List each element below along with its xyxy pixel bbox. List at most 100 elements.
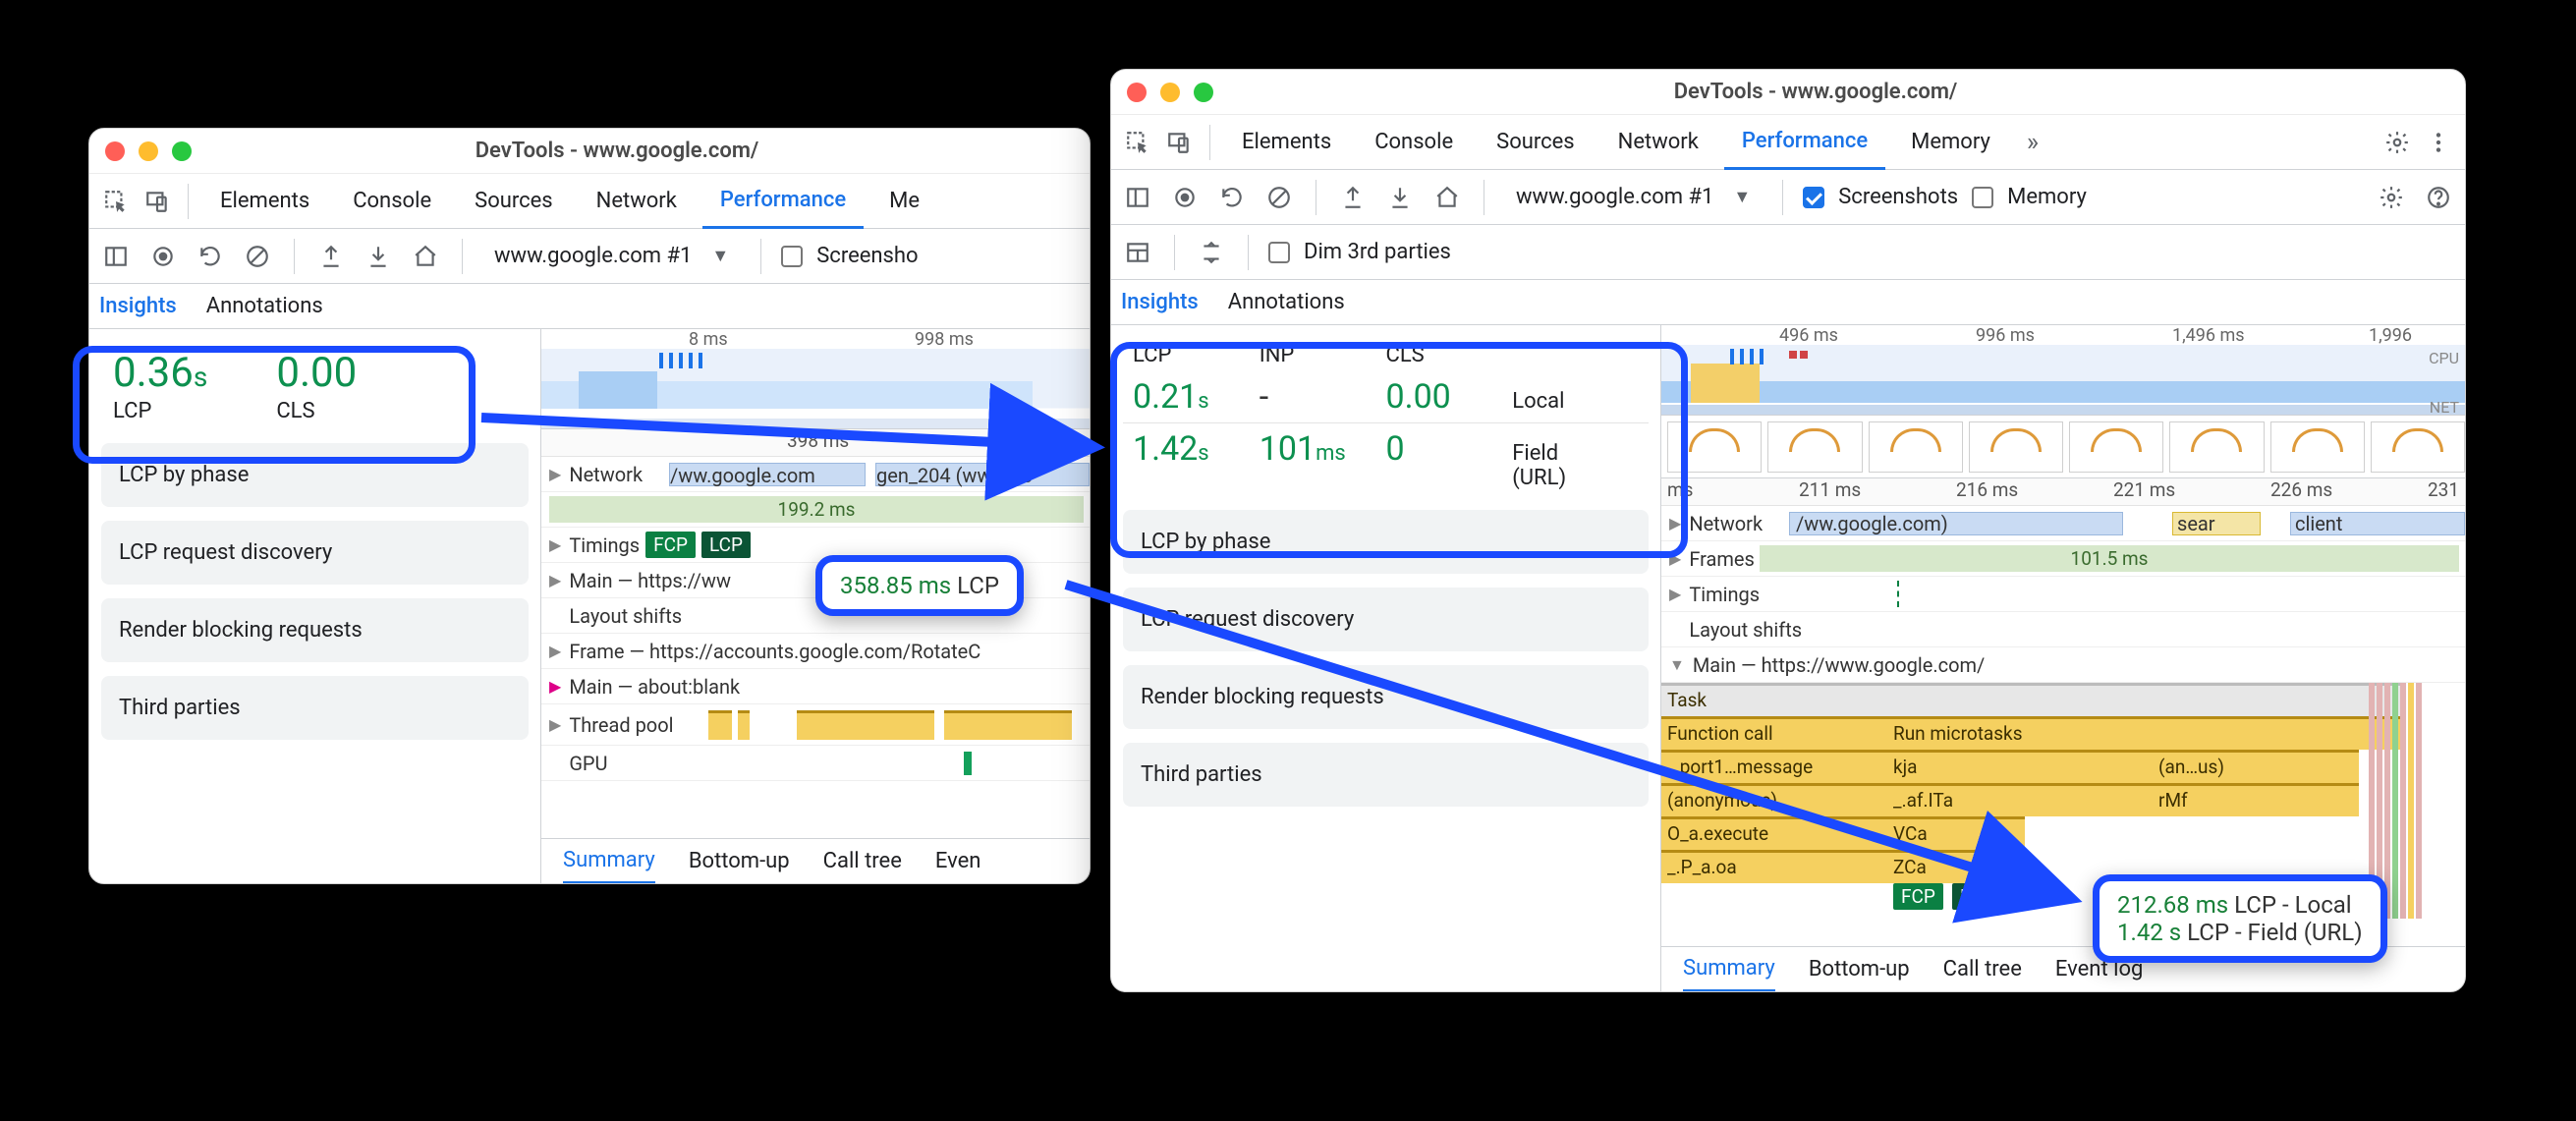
screenshot-thumb[interactable] [1969, 421, 2063, 473]
net-bar[interactable]: /ww.google.com [669, 463, 866, 486]
memory-checkbox[interactable] [1972, 187, 1993, 208]
dim-checkbox[interactable] [1268, 242, 1290, 263]
overview-strip[interactable] [541, 349, 1090, 429]
recording-select[interactable]: www.google.com #1▼ [1504, 181, 1763, 213]
insight-card[interactable]: LCP by phase [101, 443, 529, 507]
flame-cell[interactable]: Run microtasks [1887, 716, 2406, 750]
lcp-badge[interactable]: LCP [701, 532, 751, 558]
close-icon[interactable] [105, 141, 125, 161]
insight-card[interactable]: Third parties [101, 676, 529, 740]
home-icon[interactable] [1430, 181, 1464, 214]
screenshot-thumb[interactable] [2169, 421, 2264, 473]
tab-bottom-up[interactable]: Bottom-up [1809, 957, 1910, 981]
tab-elements[interactable]: Elements [202, 174, 327, 229]
task-bar[interactable]: Task [1661, 683, 2406, 716]
download-icon[interactable] [1383, 181, 1417, 214]
tab-console[interactable]: Console [1357, 115, 1471, 170]
track-threadpool[interactable]: ▶Thread pool [541, 704, 1090, 746]
zoom-icon[interactable] [172, 141, 192, 161]
screenshot-thumb[interactable] [1667, 421, 1762, 473]
home-icon[interactable] [409, 240, 442, 273]
track-main[interactable]: ▼Main — https://www.google.com/ [1661, 647, 2465, 683]
screenshots-checkbox[interactable] [781, 246, 803, 267]
flame-cell[interactable]: (an…us) [2153, 750, 2359, 783]
clear-icon[interactable] [1262, 181, 1296, 214]
track-frame-accounts[interactable]: ▶Frame — https://accounts.google.com/Rot… [541, 634, 1090, 669]
screenshot-thumb[interactable] [2270, 421, 2365, 473]
device-icon[interactable] [1162, 126, 1196, 159]
inspect-icon[interactable] [99, 185, 133, 218]
reload-icon[interactable] [194, 240, 227, 273]
track-gpu[interactable]: ▶GPU [541, 746, 1090, 781]
flame-cell[interactable]: O_a.execute [1661, 816, 1887, 850]
screenshot-thumb[interactable] [1869, 421, 1963, 473]
flame-cell[interactable]: ZCa [1887, 850, 1976, 883]
subtab-annotations[interactable]: Annotations [206, 294, 323, 318]
net-bar[interactable]: gen_204 (www.go [875, 463, 1090, 486]
tracks[interactable]: ▶Network /ww.google.com gen_204 (www.go … [541, 457, 1090, 838]
gear-icon[interactable] [2380, 126, 2414, 159]
subtab-insights[interactable]: Insights [99, 294, 177, 318]
reload-icon[interactable] [1215, 181, 1249, 214]
insight-card[interactable]: Render blocking requests [1123, 665, 1649, 729]
flame-cell[interactable]: VCa [1887, 816, 2025, 850]
tab-performance[interactable]: Performance [702, 174, 864, 229]
flame-cell[interactable]: (anonymous) [1661, 783, 1887, 816]
insight-card[interactable]: LCP request discovery [101, 521, 529, 585]
tab-summary[interactable]: Summary [563, 839, 655, 884]
insight-card[interactable]: LCP by phase [1123, 510, 1649, 574]
track-network[interactable]: ▶Network /ww.google.com) sear client [1661, 506, 2465, 541]
fcp-badge[interactable]: FCP [645, 532, 696, 558]
subtab-annotations[interactable]: Annotations [1228, 290, 1345, 314]
tab-memory[interactable]: Memory [1893, 115, 2008, 170]
more-tabs-icon[interactable]: » [2016, 126, 2049, 159]
screenshot-thumb[interactable] [1767, 421, 1862, 473]
track-timings[interactable]: ▶Timings [1661, 577, 2465, 612]
tab-call-tree[interactable]: Call tree [823, 849, 902, 873]
filmstrip[interactable] [1661, 416, 2465, 478]
net-bar[interactable]: /ww.google.com) [1789, 512, 2123, 535]
tab-more[interactable]: Me [871, 174, 937, 229]
tab-network[interactable]: Network [579, 174, 695, 229]
inspect-icon[interactable] [1121, 126, 1154, 159]
zoom-icon[interactable] [1194, 83, 1213, 102]
flame-cell[interactable]: kja [1887, 750, 2153, 783]
lcp-badge[interactable]: LCP [1952, 883, 2001, 910]
tab-call-tree[interactable]: Call tree [1943, 957, 2022, 981]
tab-network[interactable]: Network [1600, 115, 1716, 170]
track-frames[interactable]: ▶Frames 199.2 ms [541, 492, 1090, 528]
upload-icon[interactable] [314, 240, 348, 273]
tab-event-log[interactable]: Even [935, 849, 981, 873]
recording-select[interactable]: www.google.com #1▼ [482, 240, 741, 272]
device-icon[interactable] [140, 185, 174, 218]
flame-cell[interactable]: …port1…message [1661, 750, 1887, 783]
minimize-icon[interactable] [1160, 83, 1180, 102]
kebab-icon[interactable] [2422, 126, 2455, 159]
subtab-insights[interactable]: Insights [1121, 290, 1199, 314]
screenshot-thumb[interactable] [2069, 421, 2163, 473]
record-icon[interactable] [1168, 181, 1202, 214]
tab-sources[interactable]: Sources [1479, 115, 1593, 170]
treemap-icon[interactable] [1121, 236, 1154, 269]
tab-bottom-up[interactable]: Bottom-up [689, 849, 790, 873]
close-icon[interactable] [1127, 83, 1147, 102]
tab-console[interactable]: Console [335, 174, 449, 229]
screenshot-thumb[interactable] [2371, 421, 2465, 473]
toggle-sidebar-icon[interactable] [99, 240, 133, 273]
insight-card[interactable]: Render blocking requests [101, 598, 529, 662]
help-icon[interactable] [2422, 181, 2455, 214]
insight-card[interactable]: LCP request discovery [1123, 588, 1649, 651]
tab-summary[interactable]: Summary [1683, 947, 1775, 992]
screenshots-checkbox[interactable] [1803, 187, 1824, 208]
upload-icon[interactable] [1336, 181, 1370, 214]
track-layout-shifts[interactable]: ▶Layout shifts [1661, 612, 2465, 647]
track-main-blank[interactable]: ▶Main — about:blank [541, 669, 1090, 704]
tab-elements[interactable]: Elements [1224, 115, 1349, 170]
download-icon[interactable] [362, 240, 395, 273]
titlebar[interactable]: DevTools - www.google.com/ [1111, 70, 2465, 115]
titlebar[interactable]: DevTools - www.google.com/ [89, 129, 1090, 174]
record-icon[interactable] [146, 240, 180, 273]
flame-cell[interactable]: _.af.ITa [1887, 783, 2153, 816]
track-frames[interactable]: ▶Frames 101.5 ms [1661, 541, 2465, 577]
insight-card[interactable]: Third parties [1123, 743, 1649, 807]
